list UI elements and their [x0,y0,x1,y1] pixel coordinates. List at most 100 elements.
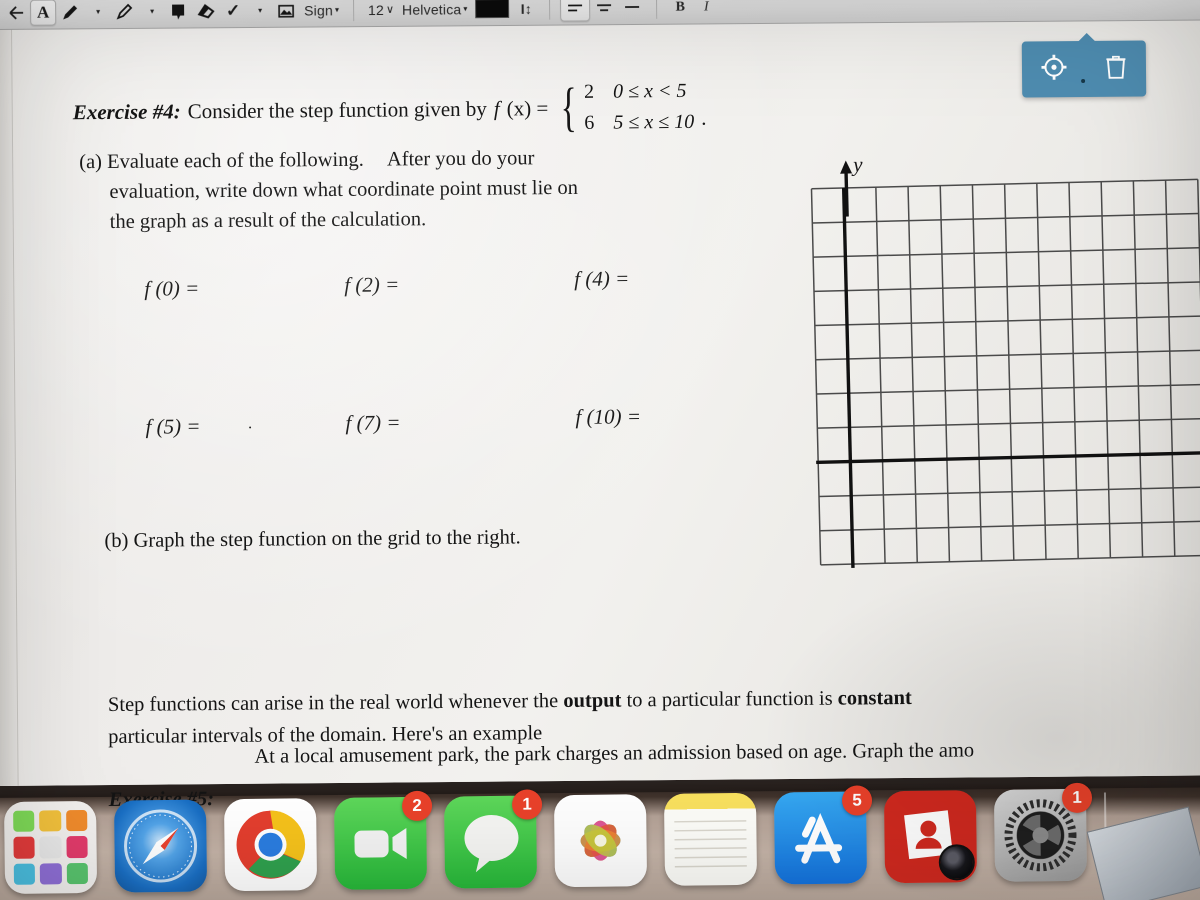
pen-dropdown-caret[interactable]: ▾ [84,0,110,25]
font-family-select[interactable]: Helvetica ▾ [398,0,472,22]
pen-tool-button[interactable] [56,0,84,25]
shapes-check-button[interactable]: ✓ [220,0,246,24]
piecewise-condition: 0 ≤ x < 5 [612,79,687,103]
dock-item-facetime[interactable]: 2 [333,790,433,890]
chevron-down-icon: ▾ [258,5,263,15]
function-name: f [493,96,500,121]
system-preferences-badge: 1 [1061,782,1093,814]
toolbar-divider [656,0,658,19]
italic-button[interactable]: I [693,0,719,20]
dock-item-chrome[interactable] [223,798,318,892]
align-left-button[interactable] [560,0,591,22]
toolbar-divider [549,0,551,20]
bold-label: B [675,0,686,15]
eraser-tool-button[interactable] [192,0,220,24]
chevron-down-icon: ▾ [150,6,155,16]
part-b-text: Graph the step function on the grid to t… [133,526,521,552]
sign-button[interactable]: Sign ▾ [300,0,343,23]
dock-item-safari[interactable] [113,799,208,893]
grid-svg [809,178,1200,569]
line-spacing-button[interactable]: I↕ [513,0,539,21]
color-swatch [475,0,510,19]
part-b-marker: (b) [104,529,129,553]
font-family-value: Helvetica [401,0,462,18]
chevron-down-icon: ▾ [96,7,101,17]
dock-item-launchpad[interactable] [3,800,98,894]
exercise-4-heading: Exercise #4: Consider the step function … [73,76,873,141]
chevron-down-icon: ▾ [334,5,339,15]
part-a-instructions: (a) Evaluate each of the following. Afte… [79,141,780,237]
align-right-button[interactable] [618,0,646,21]
paragraph-part-2: to a particular function is [621,687,838,712]
trash-icon [1105,55,1125,79]
photos-icon [553,794,648,888]
part-a-line3: the graph as a result of the calculation… [109,208,427,234]
dock-item-photobooth[interactable] [883,790,978,884]
part-a-line1b: After you do your [386,147,535,171]
camera-lens-icon [938,844,976,881]
sign-label: Sign [304,1,334,19]
highlighter-tool-button[interactable] [110,0,138,25]
align-center-button[interactable] [590,0,618,21]
evaluation-f4: f (4) = [574,266,630,291]
evaluation-f5: f (5) = [145,414,201,439]
move-handle-button[interactable] [1040,54,1066,85]
color-swatch-button[interactable] [471,0,513,22]
note-tool-button[interactable] [164,0,192,24]
chevron-down-icon: ▾ [463,4,468,14]
paragraph-part-1: Step functions can arise in the real wor… [107,690,564,716]
piecewise-row: 2 0 ≤ x < 5 [584,78,694,106]
launchpad-icon [3,800,98,894]
paragraph-bold-output: output [563,689,622,713]
text-tool-button[interactable]: A [30,0,57,26]
evaluation-f2: f (2) = [344,272,400,297]
evaluation-f7: f (7) = [345,410,401,435]
move-handle-icon [1040,54,1066,80]
dock-item-appstore[interactable]: 5 [773,785,873,885]
facetime-badge: 2 [401,790,433,822]
evaluation-f0: f (0) = [144,276,200,301]
macos-dock[interactable]: 2 1 5 1 [0,782,1200,900]
chevron-down-icon: ∨ [385,3,395,16]
evaluation-f10: f (10) = [575,404,642,429]
function-arg: (x) = [506,95,549,121]
shapes-dropdown-caret[interactable]: ▾ [246,0,272,24]
toolbar-divider [352,0,355,21]
piecewise-value: 6 [584,111,595,134]
sidebar-toggle-icon[interactable] [2,0,30,25]
chrome-icon [223,798,318,892]
piecewise-condition: 5 ≤ x ≤ 10 [613,110,695,134]
line-spacing-icon: I↕ [520,0,533,17]
notes-icon [663,792,758,886]
piecewise-definition: { 2 0 ≤ x < 5 6 5 ≤ x ≤ 10 [555,77,694,138]
photo-of-screen: 2 1 5 1 Exercise #4: Consider the step f… [0,0,1200,900]
trailing-period: . [701,105,707,130]
dock-item-notes[interactable] [663,792,758,886]
piecewise-row: 6 5 ≤ x ≤ 10 [584,109,694,137]
italic-label: I [703,0,709,14]
bold-button[interactable]: B [667,0,693,20]
dock-item-system-preferences[interactable]: 1 [993,782,1093,882]
highlighter-dropdown-caret[interactable]: ▾ [138,0,164,24]
coordinate-grid[interactable] [809,177,1200,576]
left-brace-icon: { [559,77,577,138]
paragraph-bold-constant: constant [837,686,912,710]
exercise-4-label: Exercise #4: [72,99,181,125]
safari-icon [113,799,208,893]
dock-item-messages[interactable]: 1 [443,789,543,889]
piecewise-value: 2 [583,80,595,103]
font-size-value: 12 [367,1,385,18]
appstore-badge: 5 [841,785,873,816]
font-size-select[interactable]: 12 ∨ [364,0,398,23]
pdf-document-page[interactable]: Exercise #4: Consider the step function … [0,15,1200,811]
text-tool-label: A [36,2,50,22]
annotation-action-popup[interactable] [1021,40,1147,98]
messages-badge: 1 [511,789,543,820]
check-icon: ✓ [225,0,241,20]
dock-item-photos[interactable] [553,794,648,888]
delete-annotation-button[interactable] [1103,53,1127,84]
image-tool-button[interactable] [272,0,300,23]
stray-ink-dot: · [247,419,253,437]
part-b-instruction: (b) Graph the step function on the grid … [104,526,520,553]
part-a-line1: Evaluate each of the following. [106,148,364,173]
